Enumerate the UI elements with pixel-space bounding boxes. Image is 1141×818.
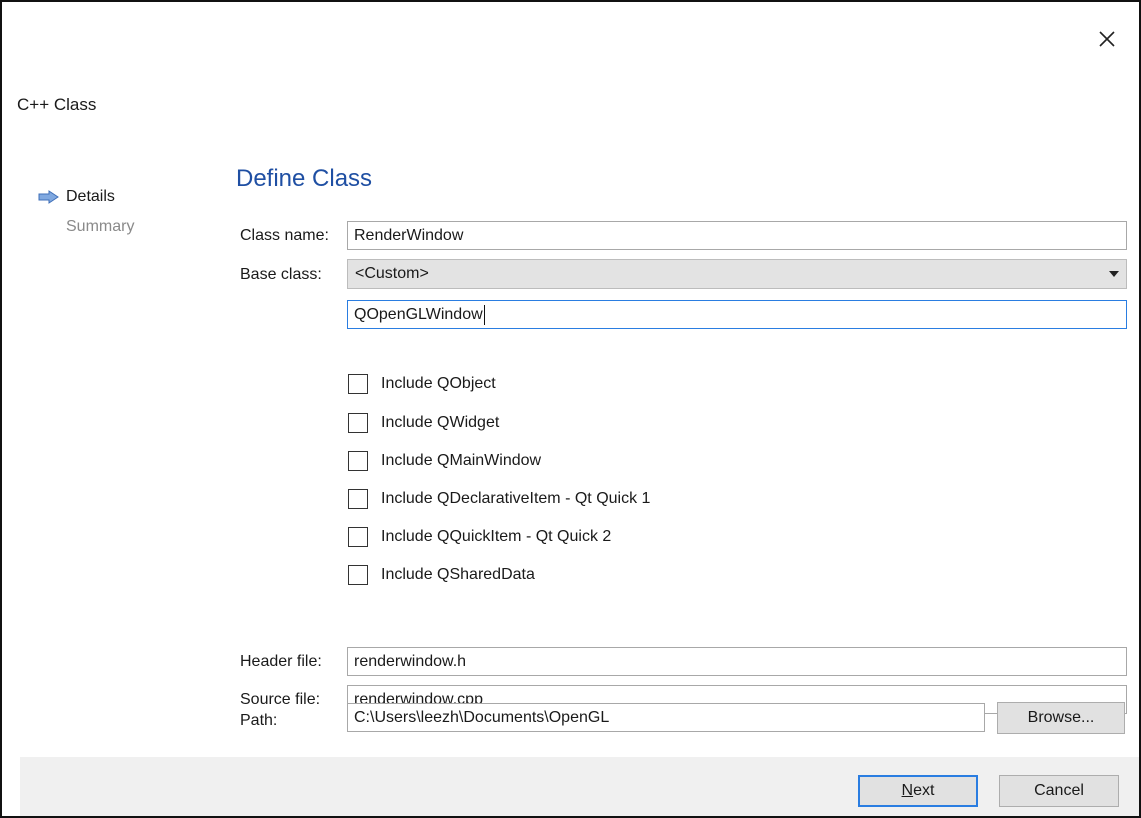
checkbox-box[interactable]: [348, 451, 368, 471]
checkbox-box[interactable]: [348, 565, 368, 585]
path-label: Path:: [240, 712, 278, 729]
checkbox-label: Include QDeclarativeItem - Qt Quick 1: [381, 490, 651, 507]
wizard-title: C++ Class: [17, 95, 97, 114]
checkbox-label: Include QMainWindow: [381, 452, 542, 469]
base-class-selected: <Custom>: [355, 265, 429, 282]
class-name-label: Class name:: [240, 227, 329, 244]
class-name-value: RenderWindow: [354, 226, 464, 244]
button-bar: Next Cancel: [20, 757, 1139, 816]
custom-base-class-value: QOpenGLWindow: [354, 305, 483, 323]
include-qdeclarativeitem-checkbox[interactable]: Include QDeclarativeItem - Qt Quick 1: [348, 487, 650, 511]
header-file-field[interactable]: renderwindow.h: [347, 647, 1127, 676]
include-qobject-checkbox[interactable]: Include QObject: [348, 372, 496, 396]
source-file-label: Source file:: [240, 691, 321, 708]
header-file-label: Header file:: [240, 653, 322, 670]
checkbox-label: Include QWidget: [381, 414, 500, 431]
browse-button[interactable]: Browse...: [997, 702, 1125, 734]
class-name-field[interactable]: RenderWindow: [347, 221, 1127, 250]
checkbox-label: Include QSharedData: [381, 566, 535, 583]
checkbox-box[interactable]: [348, 489, 368, 509]
cancel-button[interactable]: Cancel: [999, 775, 1119, 807]
arrow-right-icon: [38, 190, 59, 204]
checkbox-label: Include QObject: [381, 375, 496, 392]
sidebar-step-details: Details: [38, 186, 115, 208]
page-title: Define Class: [236, 165, 373, 192]
path-field[interactable]: C:\Users\leezh\Documents\OpenGL: [347, 703, 985, 732]
custom-base-class-field[interactable]: QOpenGLWindow: [347, 300, 1127, 329]
path-value: C:\Users\leezh\Documents\OpenGL: [354, 708, 610, 726]
sidebar-step-label: Details: [66, 188, 115, 205]
sidebar-step-summary: Summary: [50, 216, 134, 238]
sidebar-step-label: Summary: [66, 218, 135, 235]
close-button[interactable]: [1092, 24, 1122, 54]
chevron-down-icon: [1109, 271, 1119, 277]
base-class-label: Base class:: [240, 266, 322, 283]
next-mnemonic: N: [901, 782, 914, 799]
text-caret: [483, 304, 485, 325]
include-qmainwindow-checkbox[interactable]: Include QMainWindow: [348, 449, 541, 473]
base-class-select[interactable]: <Custom>: [347, 259, 1127, 289]
header-file-value: renderwindow.h: [354, 652, 467, 670]
include-qwidget-checkbox[interactable]: Include QWidget: [348, 411, 499, 435]
close-icon: [1099, 31, 1115, 47]
checkbox-box[interactable]: [348, 413, 368, 433]
next-button[interactable]: Next: [858, 775, 978, 807]
next-label: ext: [913, 782, 935, 799]
include-qquickitem-checkbox[interactable]: Include QQuickItem - Qt Quick 2: [348, 525, 611, 549]
include-qshareddata-checkbox[interactable]: Include QSharedData: [348, 563, 535, 587]
checkbox-box[interactable]: [348, 374, 368, 394]
wizard-dialog: C++ Class Details Summary Define Class C…: [0, 0, 1141, 818]
checkbox-box[interactable]: [348, 527, 368, 547]
checkbox-label: Include QQuickItem - Qt Quick 2: [381, 528, 612, 545]
